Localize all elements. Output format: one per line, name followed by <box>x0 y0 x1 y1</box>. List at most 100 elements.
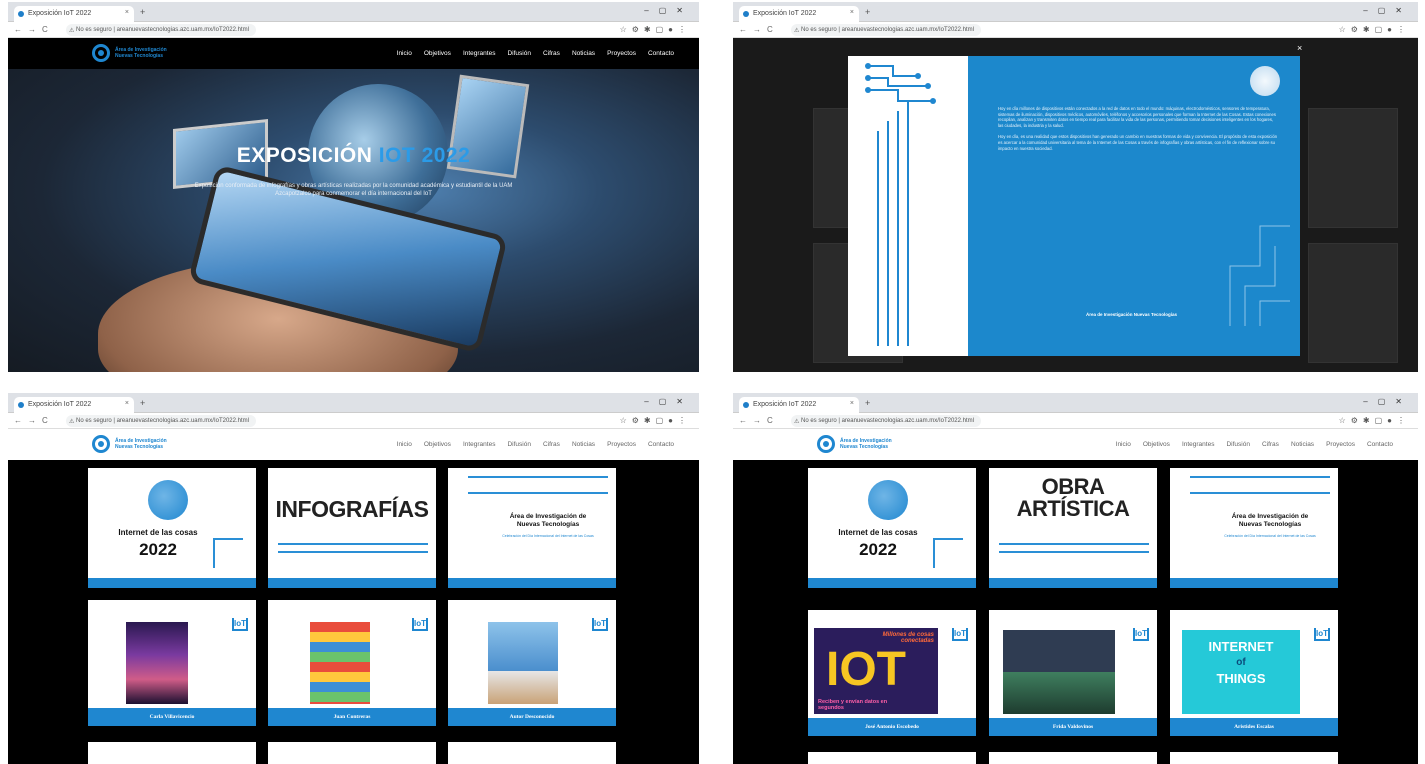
browser-tabstrip: Exposición IoT 2022 × + –▢✕ <box>8 2 699 22</box>
menu-item-cifras[interactable]: Cifras <box>1262 441 1279 448</box>
address-bar[interactable]: ⚠ No es seguro | areanuevastecnologias.az… <box>791 415 981 427</box>
infografia-card-6[interactable] <box>448 742 616 764</box>
banner-title: OBRA ARTÍSTICA <box>989 476 1157 520</box>
infografia-card-5[interactable] <box>268 742 436 764</box>
nav-buttons[interactable]: ←→C <box>14 25 54 34</box>
menu-item-objetivos[interactable]: Objetivos <box>424 50 451 57</box>
menu-item-contacto[interactable]: Contacto <box>1367 441 1393 448</box>
obra-card-3[interactable]: INTERNET of THINGS IoT Aristides Escalas <box>1170 610 1338 736</box>
window-controls[interactable]: –▢✕ <box>644 6 693 15</box>
menu-item-objetivos[interactable]: Objetivos <box>1143 441 1170 448</box>
site-header: Área de Investigación Nuevas Tecnologías … <box>733 429 1418 460</box>
menu-item-contacto[interactable]: Contacto <box>648 50 674 57</box>
card-footer-bar <box>448 578 616 588</box>
area-investigacion-card[interactable]: Área de Investigación de Nuevas Tecnologí… <box>1170 468 1338 588</box>
browser-tab[interactable]: Exposición IoT 2022 × <box>14 397 134 413</box>
hero-title-highlight: IOT 2022 <box>378 144 471 167</box>
area-investigacion-card[interactable]: Área de Investigación de Nuevas Tecnologí… <box>448 468 616 588</box>
obra-artistica-banner-card[interactable]: OBRA ARTÍSTICA <box>989 468 1157 588</box>
extension-icons[interactable]: ☆⚙✱▢●⋮ <box>1339 25 1410 34</box>
modal-close-button[interactable]: × <box>1297 43 1302 53</box>
infografia-card-1[interactable]: IoT Carla Villavicencio <box>88 600 256 726</box>
new-tab-button[interactable]: + <box>140 398 145 408</box>
extension-icons[interactable]: ☆⚙✱▢●⋮ <box>620 416 691 425</box>
infografia-image-2 <box>310 622 370 704</box>
menu-item-cifras[interactable]: Cifras <box>543 50 560 57</box>
menu-item-difusion[interactable]: Difusión <box>507 50 530 57</box>
site-logo[interactable]: Área de Investigación Nuevas Tecnologías <box>92 435 175 453</box>
browser-tab[interactable]: Exposición IoT 2022 × <box>739 6 859 22</box>
address-bar[interactable]: ⚠ No es seguro | areanuevastecnologias.az… <box>66 415 256 427</box>
menu-item-proyectos[interactable]: Proyectos <box>607 441 636 448</box>
infografias-banner-card[interactable]: INFOGRAFÍAS <box>268 468 436 588</box>
menu-item-noticias[interactable]: Noticias <box>572 50 595 57</box>
browser-tabstrip: Exposición IoT 2022 × + –▢✕ <box>733 393 1418 413</box>
tab-close-icon[interactable]: × <box>850 9 854 16</box>
browser-toolbar: ←→C ⚠ No es seguro | areanuevastecnologia… <box>733 22 1418 38</box>
tab-close-icon[interactable]: × <box>125 400 129 407</box>
site-logo[interactable]: Área de Investigación Nuevas Tecnologías <box>817 435 900 453</box>
infografia-card-3[interactable]: IoT Autor Desconocido <box>448 600 616 726</box>
area-title-line1: Área de Investigación de <box>1231 513 1309 520</box>
browser-tab[interactable]: Exposición IoT 2022 × <box>14 6 134 22</box>
iot-logo-icon: IoT <box>592 618 608 631</box>
iot-logo-icon: IoT <box>1133 628 1149 641</box>
iot-2022-card[interactable]: Internet de las cosas 2022 <box>808 468 976 588</box>
screenshot-hero: Exposición IoT 2022 × + –▢✕ ←→C ⚠ No es se… <box>8 2 699 372</box>
menu-item-integrantes[interactable]: Integrantes <box>463 441 496 448</box>
menu-item-inicio[interactable]: Inicio <box>397 50 412 57</box>
menu-item-proyectos[interactable]: Proyectos <box>1326 441 1355 448</box>
infografia-card-2[interactable]: IoT Juan Contreras <box>268 600 436 726</box>
modal-paragraph-2: Hoy en día, es una realidad que estos di… <box>998 134 1278 151</box>
background-card <box>1308 108 1398 228</box>
window-controls[interactable]: –▢✕ <box>1363 6 1412 15</box>
address-bar[interactable]: ⚠ No es seguro | areanuevastecnologias.az… <box>791 24 981 36</box>
menu-item-cifras[interactable]: Cifras <box>543 441 560 448</box>
menu-item-noticias[interactable]: Noticias <box>572 441 595 448</box>
browser-tab[interactable]: Exposición IoT 2022 × <box>739 397 859 413</box>
new-tab-button[interactable]: + <box>865 7 870 17</box>
menu-item-integrantes[interactable]: Integrantes <box>1182 441 1215 448</box>
obra-card-4[interactable] <box>808 752 976 764</box>
modal-overlay[interactable]: × Hoy en día millones de dispositivos es… <box>733 38 1418 372</box>
new-tab-button[interactable]: + <box>140 7 145 17</box>
nav-buttons[interactable]: ←→C <box>14 416 54 425</box>
obra-card-6[interactable] <box>1170 752 1338 764</box>
logo-ring-icon <box>817 435 835 453</box>
menu-item-objetivos[interactable]: Objetivos <box>424 441 451 448</box>
iot-2022-card[interactable]: Internet de las cosas 2022 <box>88 468 256 588</box>
artist-name-3: Aristides Escalas <box>1170 718 1338 736</box>
extension-icons[interactable]: ☆⚙✱▢●⋮ <box>620 25 691 34</box>
extension-icons[interactable]: ☆⚙✱▢●⋮ <box>1339 416 1410 425</box>
address-bar[interactable]: ⚠ No es seguro | areanuevastecnologias.az… <box>66 24 256 36</box>
tab-close-icon[interactable]: × <box>850 400 854 407</box>
tab-close-icon[interactable]: × <box>125 9 129 16</box>
obra-image-3: INTERNET of THINGS <box>1182 630 1300 714</box>
obra-card-5[interactable] <box>989 752 1157 764</box>
window-controls[interactable]: –▢✕ <box>1363 397 1412 406</box>
obra-card-2[interactable]: IoT Frida Valdovinos <box>989 610 1157 736</box>
nav-buttons[interactable]: ←→C <box>739 416 779 425</box>
hero-subtitle: Exposición conformada de infografías y o… <box>194 183 513 197</box>
main-menu: Inicio Objetivos Integrantes Difusión Ci… <box>397 441 674 448</box>
window-controls[interactable]: –▢✕ <box>644 397 693 406</box>
menu-item-noticias[interactable]: Noticias <box>1291 441 1314 448</box>
banner-line2: ARTÍSTICA <box>1016 496 1130 521</box>
menu-item-proyectos[interactable]: Proyectos <box>607 50 636 57</box>
screenshot-infografias: Exposición IoT 2022 × + –▢✕ ←→C ⚠ No es se… <box>8 393 699 764</box>
site-logo[interactable]: Área de Investigación Nuevas Tecnologías <box>92 44 175 62</box>
menu-item-difusion[interactable]: Difusión <box>1226 441 1249 448</box>
menu-item-difusion[interactable]: Difusión <box>507 441 530 448</box>
menu-item-inicio[interactable]: Inicio <box>397 441 412 448</box>
obra-card-1[interactable]: Millones de cosas conectadas IOT Reciben… <box>808 610 976 736</box>
menu-item-inicio[interactable]: Inicio <box>1116 441 1131 448</box>
menu-item-integrantes[interactable]: Integrantes <box>463 50 496 57</box>
infografia-card-4[interactable] <box>88 742 256 764</box>
obra-1-bottom-text: Reciben y envían datos en segundos <box>818 699 888 711</box>
new-tab-button[interactable]: + <box>865 398 870 408</box>
insecure-icon: ⚠ <box>794 28 800 34</box>
menu-item-contacto[interactable]: Contacto <box>648 441 674 448</box>
nav-buttons[interactable]: ←→C <box>739 25 779 34</box>
author-name-3: Autor Desconocido <box>448 708 616 726</box>
iot-title: Internet de las cosas <box>838 528 918 537</box>
